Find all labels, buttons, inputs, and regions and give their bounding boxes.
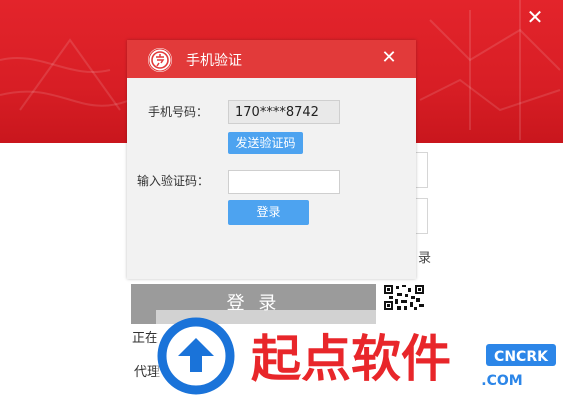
- qr-code-icon[interactable]: [383, 284, 425, 311]
- phone-verification-dialog: 手机验证 ✕ 手机号码： 170****8742 发送验证码 输入验证码： 登录: [127, 40, 416, 279]
- background-side-label: 录: [418, 251, 432, 266]
- send-code-button[interactable]: 发送验证码: [228, 132, 303, 154]
- code-label: 输入验证码：: [137, 174, 210, 188]
- background-password-input[interactable]: [414, 198, 428, 234]
- dialog-header: 手机验证 ✕: [127, 40, 416, 78]
- verification-code-input[interactable]: [228, 170, 340, 194]
- background-status-text: 正在: [132, 331, 159, 346]
- app-logo-icon: [148, 48, 172, 72]
- window-close-button[interactable]: ✕: [523, 5, 547, 29]
- background-username-input[interactable]: [414, 152, 428, 188]
- phone-number-field: 170****8742: [228, 100, 340, 124]
- phone-label: 手机号码：: [148, 105, 209, 119]
- dialog-login-button[interactable]: 登录: [228, 200, 309, 225]
- watermark-logo: 起点软件 CNCRK .COM: [156, 310, 563, 403]
- watermark-badge-top: CNCRK: [494, 349, 549, 365]
- dialog-close-button[interactable]: ✕: [378, 47, 400, 69]
- watermark-badge-bottom: .COM: [481, 373, 522, 389]
- watermark-text: 起点软件: [251, 330, 451, 388]
- app-window: ✕ 录 登 录 正在 代理 手机验证 ✕ 手机号码： 170****8742 发…: [0, 0, 563, 403]
- dialog-title: 手机验证: [186, 53, 242, 69]
